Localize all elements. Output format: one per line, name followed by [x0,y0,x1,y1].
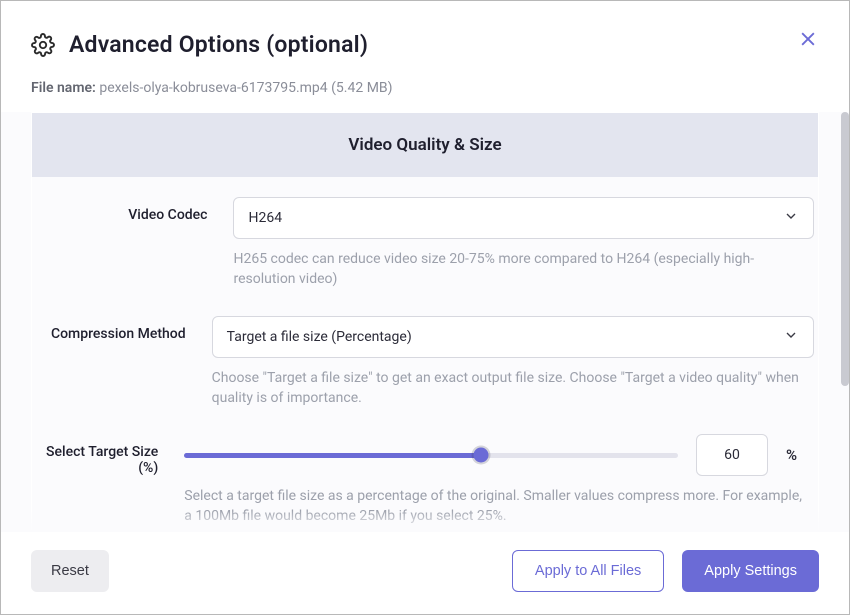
video-codec-label: Video Codec [32,197,233,223]
compression-method-select[interactable]: Target a file size (Percentage) [212,316,814,358]
apply-settings-button[interactable]: Apply Settings [682,550,819,592]
section-title: Video Quality & Size [32,113,818,177]
target-size-slider[interactable] [184,445,678,465]
compression-method-value: Target a file size (Percentage) [227,329,412,345]
file-name-label: File name: [31,80,96,96]
slider-thumb[interactable] [473,448,488,463]
video-codec-help: H265 codec can reduce video size 20-75% … [233,239,814,296]
compression-method-label: Compression Method [32,316,212,342]
modal-title: Advanced Options (optional) [69,31,368,58]
target-size-help: Select a target file size as a percentag… [184,476,814,532]
target-size-row: Select Target Size (%) 60 % Select a tar… [32,414,818,532]
video-quality-section: Video Quality & Size Video Codec H264 H2… [31,112,819,532]
target-size-input[interactable]: 60 [696,434,768,476]
close-icon [798,29,818,49]
apply-all-button[interactable]: Apply to All Files [512,550,664,592]
file-name-line: File name: pexels-olya-kobruseva-6173795… [1,72,849,112]
advanced-options-modal: Advanced Options (optional) File name: p… [0,0,850,615]
modal-header: Advanced Options (optional) [1,1,849,72]
chevron-down-icon [783,208,799,228]
compression-method-row: Compression Method Target a file size (P… [32,296,818,415]
video-codec-value: H264 [248,210,282,226]
modal-footer: Reset Apply to All Files Apply Settings [1,532,849,614]
reset-button[interactable]: Reset [31,550,109,592]
target-size-label: Select Target Size (%) [32,434,184,476]
percent-unit: % [786,446,814,464]
video-codec-select[interactable]: H264 [233,197,814,239]
scrollbar[interactable] [841,112,849,386]
compression-method-help: Choose "Target a file size" to get an ex… [212,358,814,415]
gear-icon [31,33,55,57]
video-codec-row: Video Codec H264 H265 codec can reduce v… [32,177,818,296]
close-button[interactable] [797,29,819,51]
file-name-value: pexels-olya-kobruseva-6173795.mp4 (5.42 … [99,80,392,96]
chevron-down-icon [783,327,799,347]
content-scroll-area: Video Quality & Size Video Codec H264 H2… [1,112,849,532]
